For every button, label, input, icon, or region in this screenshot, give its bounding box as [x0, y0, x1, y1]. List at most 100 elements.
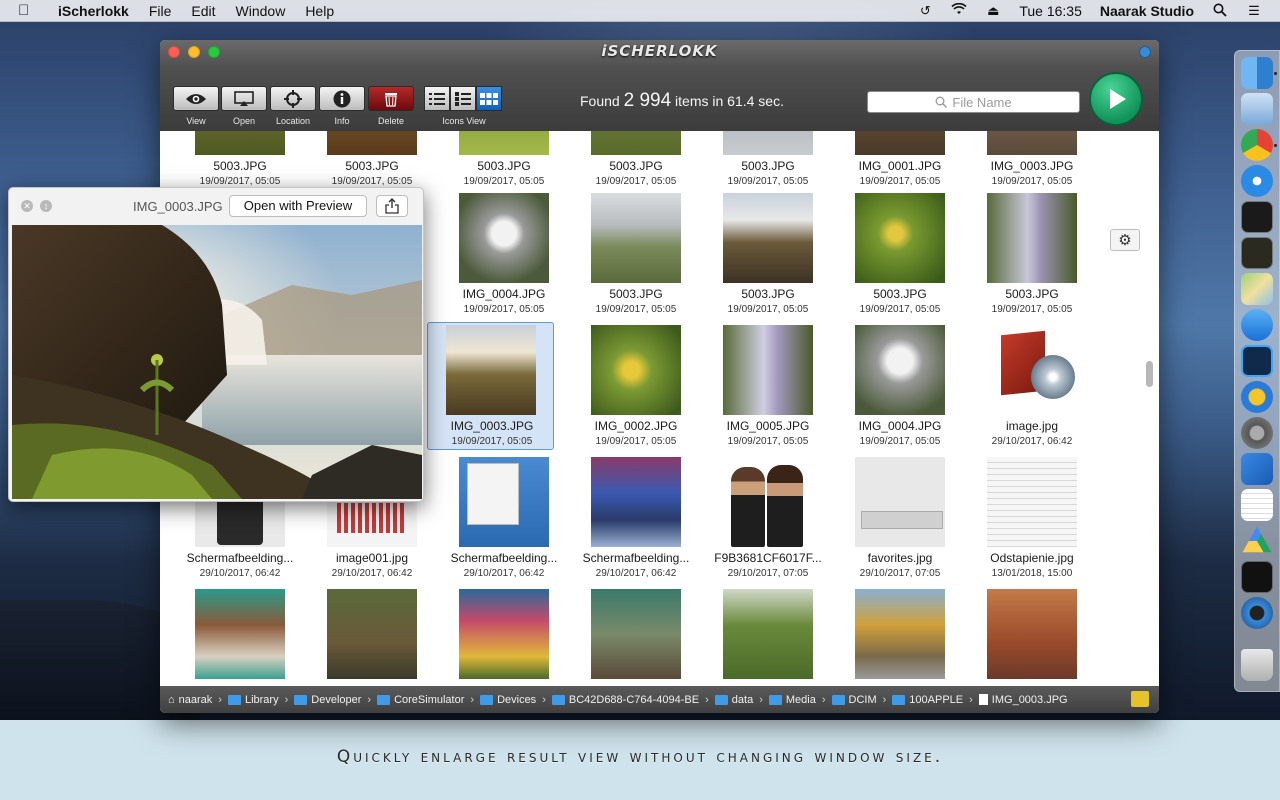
- google-drive-icon[interactable]: [1242, 526, 1272, 553]
- keychain-icon[interactable]: [1241, 381, 1273, 413]
- result-tile[interactable]: IMG_0004.JPG 19/09/2017, 05:05: [836, 325, 964, 453]
- list-view-button[interactable]: [424, 86, 450, 111]
- chrome-icon[interactable]: [1241, 129, 1273, 161]
- result-tile[interactable]: IMG_0003.JPG 19/09/2017, 05:05: [968, 131, 1096, 193]
- delete-button[interactable]: [368, 86, 414, 111]
- settings-gear-button[interactable]: ⚙: [1110, 229, 1140, 251]
- reveal-folder-icon[interactable]: [1131, 691, 1149, 707]
- result-tile[interactable]: IMG_0005.JPG 19/09/2017, 05:05: [704, 325, 832, 453]
- tile-name: image001.jpg: [335, 551, 409, 565]
- fullscreen-preview-icon[interactable]: ↕: [40, 200, 52, 212]
- maps-icon[interactable]: [1241, 273, 1273, 305]
- result-tile[interactable]: Odstapienie.jpg 13/01/2018, 15:00: [968, 457, 1096, 585]
- safari-icon[interactable]: [1241, 165, 1273, 197]
- trash-icon[interactable]: [1241, 649, 1273, 681]
- result-tile[interactable]: [308, 589, 436, 686]
- result-tile[interactable]: [440, 589, 568, 686]
- menu-app-name[interactable]: iScherlokk: [58, 3, 129, 19]
- folder-icon: [551, 694, 565, 705]
- result-tile[interactable]: Schermafbeelding... 29/10/2017, 06:42: [440, 457, 568, 585]
- result-tile[interactable]: IMG_0001.JPG 19/09/2017, 05:05: [836, 131, 964, 193]
- path-crumb[interactable]: data: [714, 694, 753, 706]
- result-tile[interactable]: 5003.JPG 19/09/2017, 05:05: [704, 131, 832, 193]
- dock: [1234, 50, 1280, 692]
- result-tile-selected[interactable]: IMG_0003.JPG 19/09/2017, 05:05: [427, 322, 554, 450]
- apple-menu-icon[interactable]: : [18, 2, 42, 19]
- info-button[interactable]: [319, 86, 365, 111]
- menu-file[interactable]: File: [149, 3, 172, 19]
- textedit-icon[interactable]: [1241, 489, 1273, 521]
- quick-preview-panel: ✕ ↕ IMG_0003.JPG Open with Preview: [8, 187, 424, 502]
- result-tile[interactable]: [836, 589, 964, 686]
- start-search-button[interactable]: [1089, 72, 1143, 126]
- wifi-icon[interactable]: [951, 2, 967, 19]
- result-tile[interactable]: [704, 589, 832, 686]
- result-tile[interactable]: 5003.JPG 19/09/2017, 05:05: [836, 193, 964, 321]
- result-tile[interactable]: 5003.JPG 19/09/2017, 05:05: [572, 193, 700, 321]
- open-with-preview-button[interactable]: Open with Preview: [229, 195, 367, 217]
- result-tile[interactable]: 5003.JPG 19/09/2017, 05:05: [440, 131, 568, 193]
- result-tile[interactable]: IMG_0004.JPG 19/09/2017, 05:05: [440, 193, 568, 321]
- path-crumb[interactable]: Developer: [294, 694, 361, 706]
- system-preferences-icon[interactable]: [1241, 417, 1273, 449]
- result-tile[interactable]: [572, 589, 700, 686]
- icons-view-button[interactable]: [476, 86, 502, 111]
- result-tile[interactable]: 5003.JPG 19/09/2017, 05:05: [572, 131, 700, 193]
- open-window-icon: [234, 90, 254, 106]
- menu-window[interactable]: Window: [236, 3, 286, 19]
- finder-icon[interactable]: [1241, 57, 1273, 89]
- path-crumb[interactable]: CoreSimulator: [377, 694, 464, 706]
- running-indicator: [1274, 144, 1277, 147]
- close-preview-icon[interactable]: ✕: [21, 200, 33, 212]
- path-crumb-home[interactable]: ⌂ naarak: [168, 694, 212, 706]
- path-crumb[interactable]: DCIM: [831, 694, 877, 706]
- result-tile[interactable]: 5003.JPG 19/09/2017, 05:05: [968, 193, 1096, 321]
- menu-edit[interactable]: Edit: [191, 3, 215, 19]
- eject-icon[interactable]: ⏏: [985, 3, 1001, 19]
- path-crumb-file[interactable]: IMG_0003.JPG: [978, 693, 1068, 706]
- terminal-icon[interactable]: [1241, 201, 1273, 233]
- result-tile[interactable]: image.jpg 29/10/2017, 06:42: [968, 325, 1096, 453]
- result-tile[interactable]: 5003.JPG 19/09/2017, 05:05: [176, 131, 304, 193]
- result-tile[interactable]: 5003.JPG 19/09/2017, 05:05: [308, 131, 436, 193]
- window-status-dot[interactable]: [1139, 46, 1151, 58]
- result-tile[interactable]: IMG_0002.JPG 19/09/2017, 05:05: [572, 325, 700, 453]
- result-tile[interactable]: 5003.JPG 19/09/2017, 05:05: [704, 193, 832, 321]
- tile-date: 29/10/2017, 06:42: [331, 568, 413, 579]
- results-scrollbar-thumb[interactable]: [1146, 361, 1153, 387]
- path-label: IMG_0003.JPG: [991, 693, 1068, 706]
- quicktime-icon[interactable]: [1241, 597, 1273, 629]
- activity-monitor-icon[interactable]: [1241, 561, 1273, 593]
- file-name-search-input[interactable]: File Name: [867, 91, 1080, 113]
- result-tile[interactable]: [968, 589, 1096, 686]
- location-button[interactable]: [270, 86, 316, 111]
- spotlight-search-icon[interactable]: [1212, 3, 1228, 19]
- path-crumb[interactable]: Devices: [480, 694, 536, 706]
- result-tile[interactable]: F9B3681CF6017F... 29/10/2017, 07:05: [704, 457, 832, 585]
- found-suffix: items in 61.4 sec.: [675, 93, 784, 109]
- notification-center-icon[interactable]: ☰: [1246, 3, 1262, 19]
- photoshop-icon[interactable]: [1241, 345, 1273, 377]
- tile-name: IMG_0005.JPG: [726, 419, 810, 433]
- result-tile[interactable]: [176, 589, 304, 686]
- result-tile[interactable]: favorites.jpg 29/10/2017, 07:05: [836, 457, 964, 585]
- xcode-icon[interactable]: [1241, 453, 1273, 485]
- result-tile[interactable]: Schermafbeelding... 29/10/2017, 06:42: [572, 457, 700, 585]
- path-crumb[interactable]: 100APPLE: [892, 694, 963, 706]
- time-machine-icon[interactable]: ↺: [917, 3, 933, 19]
- menubar-user[interactable]: Naarak Studio: [1100, 3, 1194, 19]
- tile-name: favorites.jpg: [867, 551, 933, 565]
- detail-view-button[interactable]: [450, 86, 476, 111]
- menu-help[interactable]: Help: [305, 3, 334, 19]
- open-button[interactable]: [221, 86, 267, 111]
- path-crumb[interactable]: Library: [227, 694, 279, 706]
- path-crumb[interactable]: Media: [768, 694, 816, 706]
- menubar-clock[interactable]: Tue 16:35: [1019, 3, 1082, 19]
- preview-icon[interactable]: [1241, 93, 1273, 125]
- path-crumb[interactable]: BC42D688-C764-4094-BE: [551, 694, 699, 706]
- console-icon[interactable]: [1241, 237, 1273, 269]
- app-store-icon[interactable]: [1241, 309, 1273, 341]
- share-button[interactable]: [376, 195, 408, 217]
- view-button[interactable]: [173, 86, 219, 111]
- eye-icon: [186, 93, 206, 104]
